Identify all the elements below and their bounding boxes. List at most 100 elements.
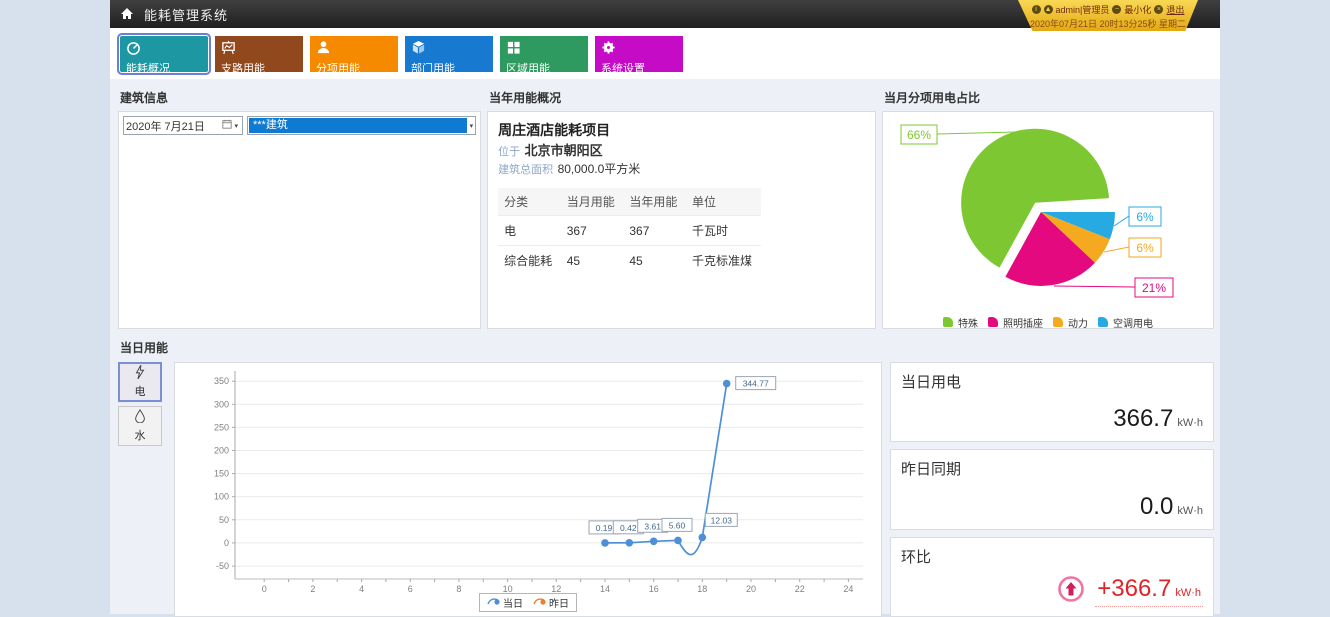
legend-item-today[interactable]: 当日 — [487, 595, 523, 610]
stat-card-today: 当日用电 366.7kW·h — [890, 362, 1214, 442]
pie-chart-panel: 当月分项用电占比 66%6%6%21% 特殊 照明插座 动力 空调用电 — [882, 83, 1214, 329]
svg-text:250: 250 — [214, 422, 229, 432]
gauge-icon — [126, 40, 202, 60]
cell: 45 — [561, 246, 624, 276]
nav-tile-region-usage[interactable]: 区域用能 — [500, 36, 588, 72]
today-marker-icon — [487, 596, 501, 609]
stat-unit: kW·h — [1175, 587, 1201, 599]
tab-electricity[interactable]: 电 — [118, 362, 162, 402]
grid-icon — [506, 40, 582, 60]
daily-usage-chart-panel: -500501001502002503003500246810121416182… — [174, 362, 882, 617]
svg-text:10: 10 — [503, 584, 513, 593]
top-panels-row: 建筑信息 2020年 7月21日 ▾ ***建筑 ▾ 当年用能概况 — [110, 79, 1220, 329]
svg-text:350: 350 — [214, 376, 229, 386]
datetime-text: 2020年07月21日 20时13分25秒 星期二 — [1018, 17, 1198, 30]
subitem-electricity-pie-chart[interactable]: 66%6%6%21% — [883, 112, 1213, 308]
svg-text:100: 100 — [214, 492, 229, 502]
stat-label: 环比 — [901, 546, 1203, 567]
nav-tile-branch-usage[interactable]: 支路用能 — [215, 36, 303, 72]
svg-text:200: 200 — [214, 446, 229, 456]
minimize-icon[interactable]: − — [1112, 5, 1121, 14]
daily-usage-line-chart[interactable]: -500501001502002503003500246810121416182… — [175, 363, 877, 593]
easel-chart-icon — [221, 40, 297, 60]
nav-label: 能耗概况 — [126, 60, 202, 76]
location-value: 北京市朝阳区 — [525, 143, 603, 158]
stat-value: +366.7 — [1097, 575, 1171, 603]
stat-label: 当日用电 — [901, 371, 1203, 392]
table-row: 电 367 367 千瓦时 — [498, 216, 761, 246]
person-icon — [316, 40, 392, 60]
stat-unit: kW·h — [1177, 505, 1203, 517]
svg-text:12.03: 12.03 — [711, 515, 733, 525]
col-header: 当月用能 — [561, 188, 624, 216]
nav-label: 分项用能 — [316, 60, 392, 76]
panel-title: 建筑信息 — [118, 83, 481, 111]
cell: 千克标准煤 — [686, 246, 761, 276]
svg-text:8: 8 — [456, 584, 461, 593]
legend-item[interactable]: 特殊 — [943, 315, 978, 330]
building-select[interactable]: ***建筑 ▾ — [247, 116, 476, 135]
svg-text:18: 18 — [697, 584, 707, 593]
cell: 45 — [623, 246, 686, 276]
annual-energy-table: 分类 当月用能 当年用能 单位 电 367 367 千瓦时 — [498, 188, 761, 275]
cell: 千瓦时 — [686, 216, 761, 246]
project-name: 周庄酒店能耗项目 — [498, 120, 865, 140]
pie-legend: 特殊 照明插座 动力 空调用电 — [883, 313, 1213, 329]
legend-label: 昨日 — [549, 595, 569, 610]
nav-label: 支路用能 — [221, 60, 297, 76]
nav-tile-department-usage[interactable]: 部门用能 — [405, 36, 493, 72]
area-label: 建筑总面积 — [498, 164, 553, 176]
up-arrow-icon — [1057, 575, 1085, 608]
legend-swatch-icon — [1053, 317, 1063, 327]
table-row: 综合能耗 45 45 千克标准煤 — [498, 246, 761, 276]
tab-water[interactable]: 水 — [118, 406, 162, 446]
svg-text:66%: 66% — [907, 128, 931, 142]
legend-label: 当日 — [503, 595, 523, 610]
lightning-icon — [134, 365, 146, 382]
logout-label[interactable]: 退出 — [1166, 3, 1184, 16]
nav-tile-energy-overview[interactable]: 能耗概况 — [120, 36, 208, 72]
dropdown-arrow-icon: ▾ — [232, 122, 240, 130]
tab-label: 电 — [135, 383, 146, 399]
col-header: 单位 — [686, 188, 761, 216]
legend-label: 照明插座 — [1003, 315, 1043, 330]
user-name: admin|管理员 — [1056, 3, 1110, 16]
legend-swatch-icon — [943, 317, 953, 327]
svg-text:150: 150 — [214, 469, 229, 479]
legend-item-yesterday[interactable]: 昨日 — [533, 595, 569, 610]
svg-text:16: 16 — [649, 584, 659, 593]
panel-title: 当年用能概况 — [487, 83, 876, 111]
svg-text:-50: -50 — [216, 561, 229, 571]
nav-tile-subitem-usage[interactable]: 分项用能 — [310, 36, 398, 72]
legend-item[interactable]: 动力 — [1053, 315, 1088, 330]
legend-item[interactable]: 空调用电 — [1098, 315, 1153, 330]
svg-text:344.77: 344.77 — [743, 379, 769, 389]
svg-text:0: 0 — [224, 538, 229, 548]
cell: 367 — [623, 216, 686, 246]
svg-text:6%: 6% — [1136, 210, 1154, 224]
stat-label: 昨日同期 — [901, 458, 1203, 479]
svg-text:12: 12 — [551, 584, 561, 593]
cell: 电 — [498, 216, 561, 246]
logout-icon[interactable]: × — [1154, 5, 1163, 14]
minimize-label[interactable]: 最小化 — [1124, 3, 1151, 16]
daily-energy-section: 当日用能 电 水 -500501001502002503003500246810… — [110, 329, 1220, 617]
svg-text:2: 2 — [310, 584, 315, 593]
date-picker[interactable]: 2020年 7月21日 ▾ — [123, 116, 243, 135]
svg-text:3.61: 3.61 — [644, 521, 661, 531]
col-header: 当年用能 — [623, 188, 686, 216]
col-header: 分类 — [498, 188, 561, 216]
svg-text:22: 22 — [795, 584, 805, 593]
user-badge: i ▲ admin|管理员 − 最小化 × 退出 2020年07月21日 20时… — [1018, 0, 1198, 31]
svg-text:0.42: 0.42 — [620, 523, 637, 533]
area-value: 80,000.0平方米 — [558, 162, 641, 176]
legend-label: 动力 — [1068, 315, 1088, 330]
calendar-icon — [222, 119, 232, 132]
cube-icon — [411, 40, 487, 60]
home-icon[interactable] — [110, 6, 144, 22]
stat-card-ring-ratio: 环比 +366.7 kW·h — [890, 537, 1214, 617]
nav-label: 部门用能 — [411, 60, 487, 76]
info-icon[interactable]: i — [1032, 5, 1041, 14]
legend-item[interactable]: 照明插座 — [988, 315, 1043, 330]
nav-tile-system-settings[interactable]: 系统设置 — [595, 36, 683, 72]
